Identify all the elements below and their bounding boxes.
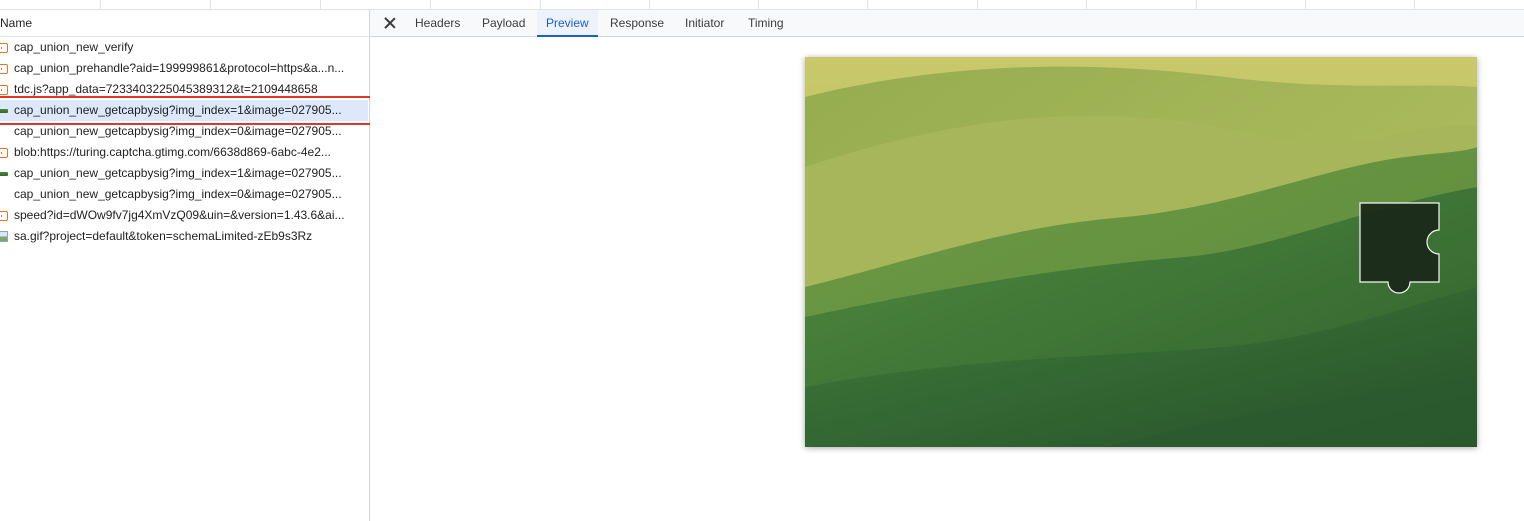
name-column-header[interactable]: Name: [0, 10, 369, 37]
request-name: sa.gif?project=default&token=schemaLimit…: [14, 229, 313, 243]
script-icon: [0, 148, 8, 158]
highlight-annotation-box: [0, 96, 400, 125]
request-row[interactable]: sa.gif?project=default&token=schemaLimit…: [0, 226, 368, 247]
script-icon: [0, 211, 8, 221]
request-row[interactable]: speed?id=dWOw9fv7jg4XmVzQ09&uin=&version…: [0, 205, 368, 226]
detail-panel: Headers Payload Preview Response Initiat…: [370, 10, 1524, 521]
captcha-image-preview: [805, 57, 1477, 447]
script-icon: [0, 64, 8, 74]
request-name: cap_union_new_verify: [14, 40, 134, 54]
tab-preview[interactable]: Preview: [537, 10, 598, 37]
request-name: cap_union_prehandle?aid=199999861&protoc…: [14, 61, 345, 75]
request-list-panel: Name cap_union_new_verify cap_union_preh…: [0, 10, 370, 521]
gif-image-icon: [0, 231, 8, 242]
request-row[interactable]: cap_union_new_getcapbysig?img_index=1&im…: [0, 163, 368, 184]
tab-response[interactable]: Response: [601, 10, 673, 37]
tab-payload[interactable]: Payload: [473, 10, 534, 37]
detail-tab-bar: Headers Payload Preview Response Initiat…: [370, 10, 1524, 37]
request-row[interactable]: cap_union_prehandle?aid=199999861&protoc…: [0, 58, 368, 79]
script-icon: [0, 85, 8, 95]
tab-initiator[interactable]: Initiator: [676, 10, 733, 37]
request-name: cap_union_new_getcapbysig?img_index=1&im…: [14, 166, 342, 180]
close-icon[interactable]: [382, 15, 398, 31]
image-icon: [0, 172, 8, 176]
script-icon: [0, 43, 8, 53]
request-name: cap_union_new_getcapbysig?img_index=0&im…: [14, 187, 342, 201]
request-row[interactable]: cap_union_new_verify: [0, 37, 368, 58]
timeline-strip: [0, 0, 1524, 10]
request-row[interactable]: blob:https://turing.captcha.gtimg.com/66…: [0, 142, 368, 163]
tab-timing[interactable]: Timing: [739, 10, 793, 37]
request-name: blob:https://turing.captcha.gtimg.com/66…: [14, 145, 331, 159]
request-row[interactable]: cap_union_new_getcapbysig?img_index=0&im…: [0, 184, 368, 205]
request-name: speed?id=dWOw9fv7jg4XmVzQ09&uin=&version…: [14, 208, 345, 222]
tab-headers[interactable]: Headers: [406, 10, 469, 37]
